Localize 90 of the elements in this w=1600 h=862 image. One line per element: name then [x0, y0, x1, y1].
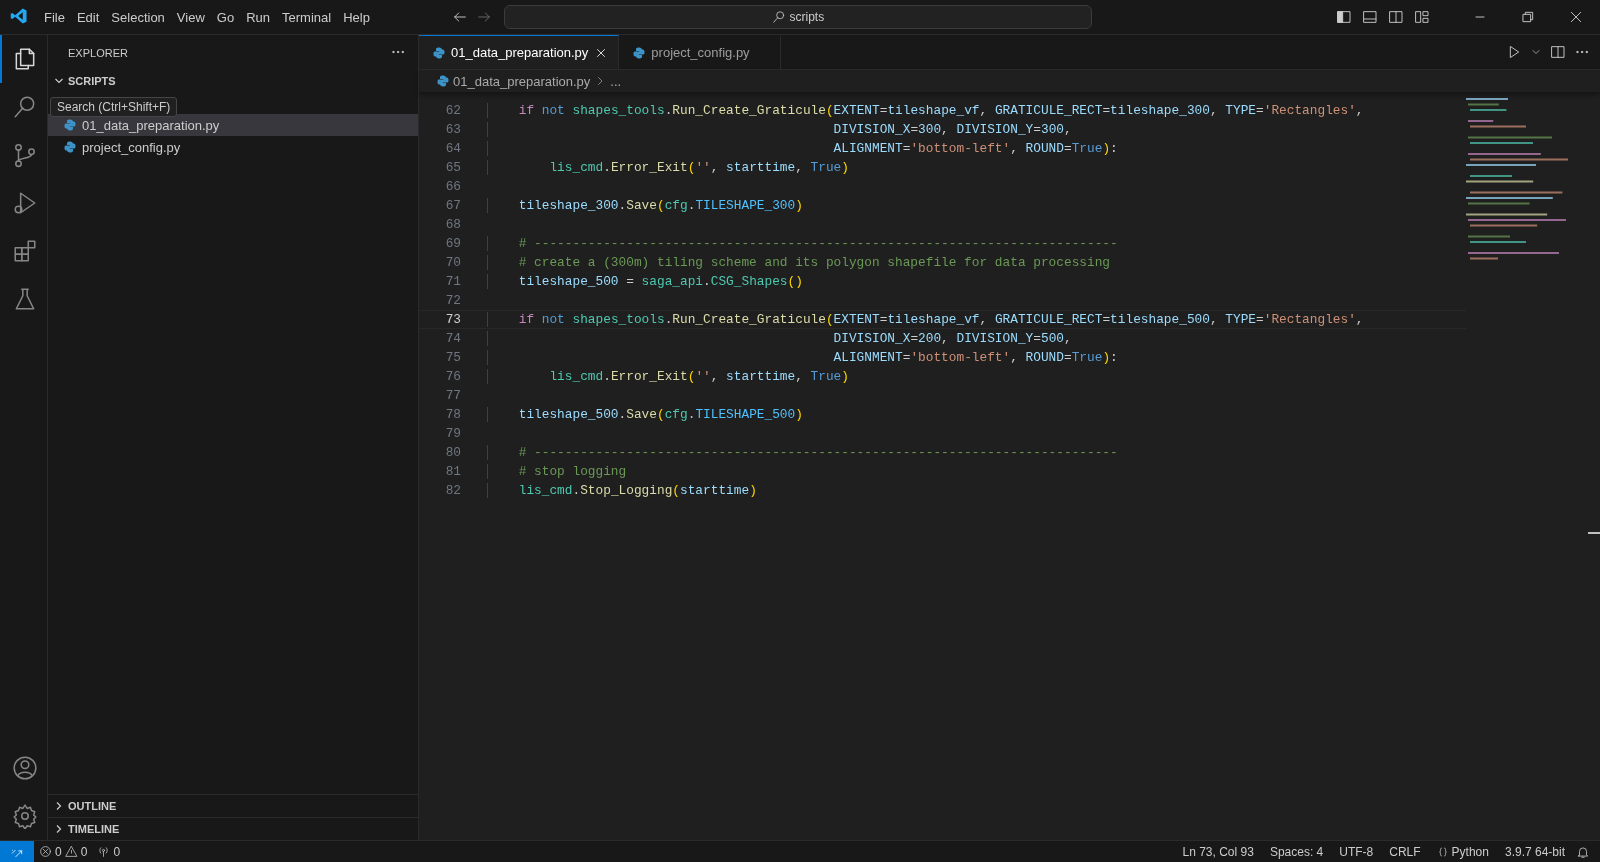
line-number: 70 [444, 255, 462, 270]
line-number: 73 [444, 312, 462, 327]
toggle-sidebar-icon[interactable] [1336, 9, 1352, 25]
code-line: # create a (300m) tiling scheme and its polygon shapefile for data processing [487, 255, 1111, 270]
warning-icon [64, 845, 78, 858]
breadcrumb-item[interactable]: 01_data_preparation.py [453, 73, 591, 89]
section-header[interactable]: OUTLINE [68, 800, 117, 812]
breadcrumb-item[interactable]: ... [610, 73, 622, 89]
broadcast-icon [97, 845, 111, 858]
app-logo-icon [10, 6, 28, 25]
code-line: lis_cmd.Error_Exit('', starttime, True) [487, 160, 849, 175]
chevron-icon[interactable] [54, 801, 64, 811]
line-number: 62 [444, 103, 462, 118]
status-item[interactable]: 3.9.7 64-bit [1499, 844, 1570, 859]
account-icon[interactable] [11, 755, 38, 781]
section-header[interactable]: SCRIPTS [68, 75, 116, 87]
bell-icon[interactable] [1576, 844, 1590, 859]
settings-icon[interactable] [11, 803, 38, 829]
explorer-entry[interactable]: 01_data_preparation.py [48, 114, 418, 136]
toggle-secondary-sidebar-icon[interactable] [1388, 9, 1404, 25]
explorer-entry[interactable]: project_config.py [48, 136, 418, 158]
tooltip: Search (Ctrl+Shift+F) [50, 97, 178, 117]
toggle-panel-icon[interactable] [1362, 9, 1378, 25]
line-number: 76 [444, 369, 462, 384]
problems-indicator[interactable]: 0 0 [34, 844, 93, 859]
section-header[interactable]: TIMELINE [68, 823, 120, 835]
python-file-icon [437, 75, 449, 87]
menu-item[interactable]: Help [337, 5, 376, 29]
editor-tab[interactable]: 01_data_preparation.py [419, 35, 620, 69]
python-file-icon [433, 46, 445, 59]
menu-item[interactable]: Go [210, 5, 241, 29]
code-line: # ---------------------------------------------------------------------------- [487, 236, 1118, 251]
line-number: 67 [444, 198, 462, 213]
run-debug-icon[interactable] [11, 190, 38, 216]
back-arrow-icon[interactable] [451, 9, 468, 25]
menu-item[interactable]: Edit [70, 5, 106, 29]
braces-icon [1436, 845, 1449, 858]
sidebar-title: EXPLORER [68, 46, 128, 59]
layout-icon[interactable] [1414, 9, 1430, 25]
python-file-icon [633, 46, 646, 59]
line-number: 65 [444, 160, 462, 175]
line-number: 82 [444, 483, 462, 498]
menu-item[interactable]: Selection [105, 5, 171, 29]
line-number: 72 [444, 293, 462, 308]
status-item[interactable]: Ln 73, Col 93 [1177, 844, 1259, 859]
line-number: 79 [444, 426, 462, 441]
code-line: DIVISION_X=200, DIVISION_Y=500, [487, 331, 1072, 346]
ports-indicator[interactable]: 0 [92, 844, 126, 859]
line-number: 81 [444, 464, 462, 479]
line-number: 78 [444, 407, 462, 422]
status-item[interactable]: Spaces: 4 [1264, 844, 1329, 859]
code-line: # ---------------------------------------------------------------------------- [487, 445, 1118, 460]
code-line: lis_cmd.Stop_Logging(starttime) [487, 483, 757, 498]
error-icon [39, 845, 52, 858]
line-number: 75 [444, 350, 462, 365]
status-item[interactable]: UTF-8 [1334, 844, 1379, 859]
code-line: ALIGNMENT='bottom-left', ROUND=True): [487, 141, 1118, 156]
line-number: 80 [444, 445, 462, 460]
menu-item[interactable]: View [170, 5, 211, 29]
code-line: lis_cmd.Error_Exit('', starttime, True) [487, 369, 849, 384]
split-editor-icon[interactable] [1550, 44, 1566, 60]
menu-item[interactable]: File [38, 5, 71, 29]
extensions-icon[interactable] [11, 238, 38, 264]
chevron-icon[interactable] [54, 824, 64, 834]
line-number: 66 [444, 179, 462, 194]
search-icon [771, 10, 786, 24]
chevron-icon[interactable] [54, 76, 64, 86]
line-number: 63 [444, 122, 462, 137]
line-number: 71 [444, 274, 462, 289]
menu-item[interactable]: Terminal [276, 5, 338, 29]
line-number: 68 [444, 217, 462, 232]
code-line: if not shapes_tools.Run_Create_Graticule(EXTENT=tileshape_vf, GRATICULE_RECT=tileshape_300, TYPE='Rectangles', [487, 103, 1364, 118]
scrollbar-marker [1588, 532, 1600, 534]
line-number: 64 [444, 141, 462, 156]
code-line: DIVISION_X=300, DIVISION_Y=300, [487, 122, 1072, 137]
code-line: tileshape_300.Save(cfg.TILESHAPE_300) [487, 198, 803, 213]
code-line: tileshape_500 = saga_api.CSG_Shapes() [487, 274, 803, 289]
line-number: 69 [444, 236, 462, 251]
python-file-icon [64, 119, 76, 131]
line-number: 77 [444, 388, 462, 403]
menu-item[interactable]: Run [240, 5, 276, 29]
python-file-icon [64, 141, 76, 153]
code-line: if not shapes_tools.Run_Create_Graticule(EXTENT=tileshape_vf, GRATICULE_RECT=tileshape_500, TYPE='Rectangles', [487, 312, 1364, 327]
code-line: # stop logging [487, 464, 627, 479]
command-search-field[interactable]: scripts [503, 5, 1092, 29]
status-item[interactable]: Python [1431, 844, 1494, 859]
code-line: tileshape_500.Save(cfg.TILESHAPE_500) [487, 407, 803, 422]
code-line: ALIGNMENT='bottom-left', ROUND=True): [487, 350, 1118, 365]
status-item[interactable]: CRLF [1384, 844, 1426, 859]
line-number: 74 [444, 331, 462, 346]
